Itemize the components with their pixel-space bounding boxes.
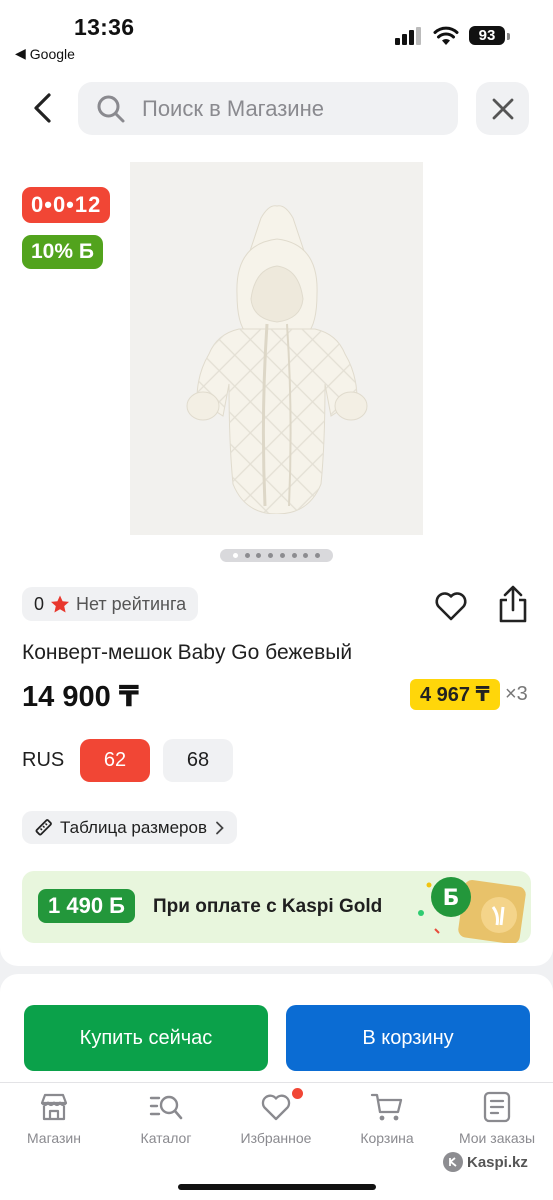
search-placeholder: Поиск в Магазине [142, 95, 324, 121]
nav-divider [0, 1082, 553, 1083]
gold-bonus-badge: 1 490 Б [38, 889, 135, 923]
star-icon [51, 595, 70, 612]
svg-text:Б: Б [443, 886, 460, 911]
back-triangle-icon: ◀ [15, 45, 26, 61]
wifi-icon [433, 26, 459, 45]
search-input[interactable]: Поиск в Магазине [78, 82, 458, 135]
gallery-dot[interactable] [256, 553, 262, 558]
nav-label-store: Магазин [26, 1130, 81, 1146]
gallery-dot[interactable] [244, 553, 250, 558]
search-icon [97, 95, 125, 122]
status-indicators: 93 [395, 26, 510, 45]
heart-icon [435, 592, 467, 621]
home-indicator[interactable] [178, 1184, 376, 1190]
sale-timer-badge: 0•0•12 [22, 187, 111, 223]
size-option-68[interactable]: 68 [163, 739, 233, 782]
gallery-pagination [220, 549, 333, 562]
nav-label-catalog: Каталог [140, 1130, 192, 1146]
size-option-62[interactable]: 62 [80, 739, 150, 782]
kaspi-logo-icon [443, 1152, 463, 1172]
chevron-left-icon [34, 93, 51, 123]
add-to-cart-button[interactable]: В корзину [286, 1005, 530, 1071]
size-system-label: RUS [22, 749, 65, 771]
back-app-label: Google [29, 45, 75, 62]
bonus-percent-badge: 10% Б [22, 235, 103, 269]
kaspi-watermark: Kaspi.kz [443, 1152, 528, 1172]
share-icon [499, 585, 527, 623]
size-table-button[interactable]: Таблица размеров [22, 811, 237, 844]
kaspi-gold-card-icon: Б [418, 877, 526, 943]
favorites-notification-dot [292, 1088, 303, 1099]
nav-label-cart: Корзина [360, 1130, 414, 1146]
gallery-dot[interactable] [315, 553, 321, 558]
back-button[interactable] [24, 86, 60, 130]
ruler-icon [35, 818, 52, 835]
rating-label: Нет рейтинга [76, 593, 187, 614]
back-to-app-link[interactable]: ◀ Google [15, 45, 75, 62]
product-title: Конверт-мешок Baby Go бежевый [22, 641, 353, 664]
installment-multiplier: ×3 [505, 683, 528, 705]
share-button[interactable] [495, 585, 531, 625]
signal-icon [395, 26, 421, 45]
nav-label-orders: Мои заказы [458, 1130, 536, 1146]
nav-item-cart[interactable]: Корзина [337, 1090, 437, 1146]
watermark-text: Kaspi.kz [467, 1153, 528, 1171]
rating-pill[interactable]: 0 Нет рейтинга [22, 587, 199, 621]
cart-icon [370, 1090, 404, 1124]
gallery-dot[interactable] [303, 553, 309, 558]
buy-now-button[interactable]: Купить сейчас [24, 1005, 268, 1071]
close-icon [492, 98, 513, 119]
chevron-right-icon [216, 821, 224, 834]
gallery-dot[interactable] [232, 553, 238, 558]
rating-value: 0 [34, 593, 45, 614]
nav-item-orders[interactable]: Мои заказы [447, 1090, 547, 1146]
nav-item-store[interactable]: Магазин [4, 1090, 104, 1146]
catalog-search-icon [149, 1090, 183, 1124]
gallery-dot[interactable] [291, 553, 297, 558]
installment-price-badge[interactable]: 4 967 ₸ [410, 679, 500, 710]
heart-icon [259, 1088, 303, 1124]
size-table-label: Таблица размеров [60, 817, 207, 837]
baby-sleeping-bag-illustration [186, 204, 367, 514]
status-time: 13:36 [74, 14, 135, 40]
battery-indicator: 93 [469, 26, 510, 45]
product-price: 14 900 ₸ [22, 681, 139, 713]
gallery-dot[interactable] [279, 553, 285, 558]
orders-icon [480, 1090, 514, 1124]
nav-label-favorites: Избранное [240, 1130, 312, 1146]
gold-banner-text: При оплате с Kaspi Gold [153, 896, 383, 917]
nav-item-catalog[interactable]: Каталог [116, 1090, 216, 1146]
add-to-favorites-button[interactable] [433, 588, 469, 624]
nav-item-favorites[interactable]: Избранное [226, 1088, 326, 1146]
gallery-dot[interactable] [268, 553, 274, 558]
store-icon [37, 1090, 71, 1124]
close-search-button[interactable] [476, 82, 529, 135]
kaspi-gold-banner[interactable]: 1 490 Б При оплате с Kaspi Gold Б [22, 871, 531, 943]
product-image[interactable] [130, 162, 423, 535]
